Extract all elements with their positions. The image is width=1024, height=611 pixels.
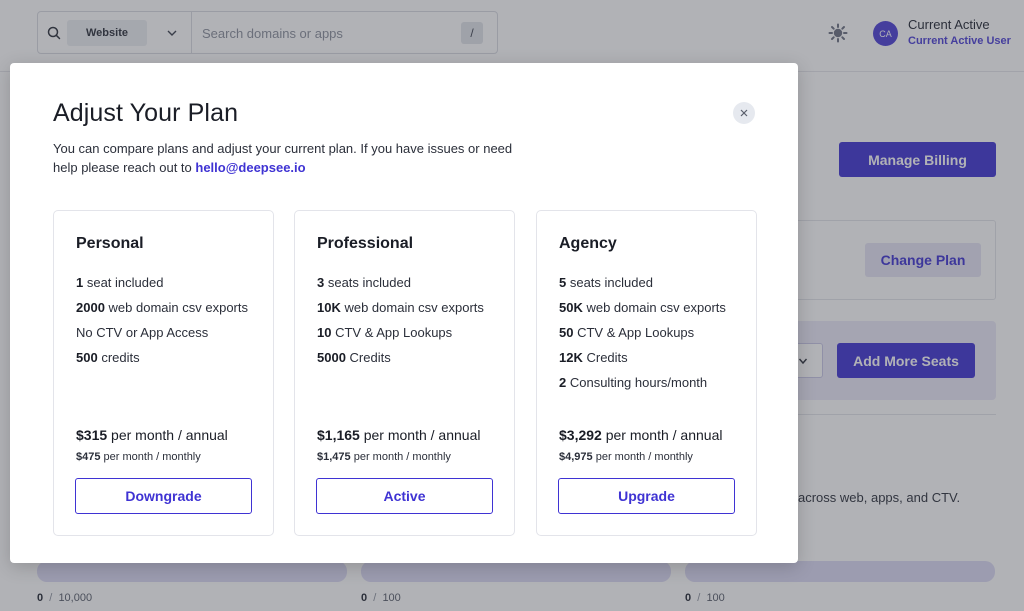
plan-features: 5 seats included 50K web domain csv expo… [559, 273, 739, 398]
modal-intro: You can compare plans and adjust your cu… [53, 139, 533, 177]
plan-feature: 2 Consulting hours/month [559, 375, 708, 390]
plan-features: 3 seats included 10K web domain csv expo… [317, 273, 497, 373]
plan-name: Personal [76, 235, 144, 252]
plan-feature: 2000 web domain csv exports [76, 300, 248, 315]
close-icon [740, 109, 748, 117]
contact-email-link[interactable]: hello@deepsee.io [195, 160, 305, 175]
plan-feature: 50 CTV & App Lookups [559, 325, 695, 340]
adjust-plan-modal: Adjust Your Plan You can compare plans a… [10, 63, 798, 563]
plan-feature: 5000 Credits [317, 350, 391, 365]
monthly-price: $475 per month / monthly [76, 451, 201, 463]
plan-card-professional: Professional 3 seats included 10K web do… [294, 210, 515, 536]
plan-feature: 1 seat included [76, 275, 164, 290]
monthly-price: $1,475 per month / monthly [317, 451, 451, 463]
plan-features: 1 seat included 2000 web domain csv expo… [76, 273, 256, 373]
plan-feature: 12K Credits [559, 350, 628, 365]
plan-feature: 50K web domain csv exports [559, 300, 726, 315]
plan-card-agency: Agency 5 seats included 50K web domain c… [536, 210, 757, 536]
active-plan-button[interactable]: Active [316, 478, 493, 514]
plan-name: Professional [317, 235, 414, 252]
downgrade-button[interactable]: Downgrade [75, 478, 252, 514]
annual-price: $1,165 per month / annual [317, 427, 481, 443]
plan-feature: 10K web domain csv exports [317, 300, 484, 315]
plan-feature: 500 credits [76, 350, 140, 365]
annual-price: $3,292 per month / annual [559, 427, 723, 443]
annual-price: $315 per month / annual [76, 427, 228, 443]
plan-feature: No CTV or App Access [76, 325, 209, 340]
plan-feature: 3 seats included [317, 275, 411, 290]
plan-feature: 5 seats included [559, 275, 653, 290]
modal-title: Adjust Your Plan [53, 99, 239, 127]
monthly-price: $4,975 per month / monthly [559, 451, 693, 463]
close-button[interactable] [733, 102, 755, 124]
plan-card-personal: Personal 1 seat included 2000 web domain… [53, 210, 274, 536]
plan-name: Agency [559, 235, 617, 252]
plan-feature: 10 CTV & App Lookups [317, 325, 453, 340]
upgrade-button[interactable]: Upgrade [558, 478, 735, 514]
